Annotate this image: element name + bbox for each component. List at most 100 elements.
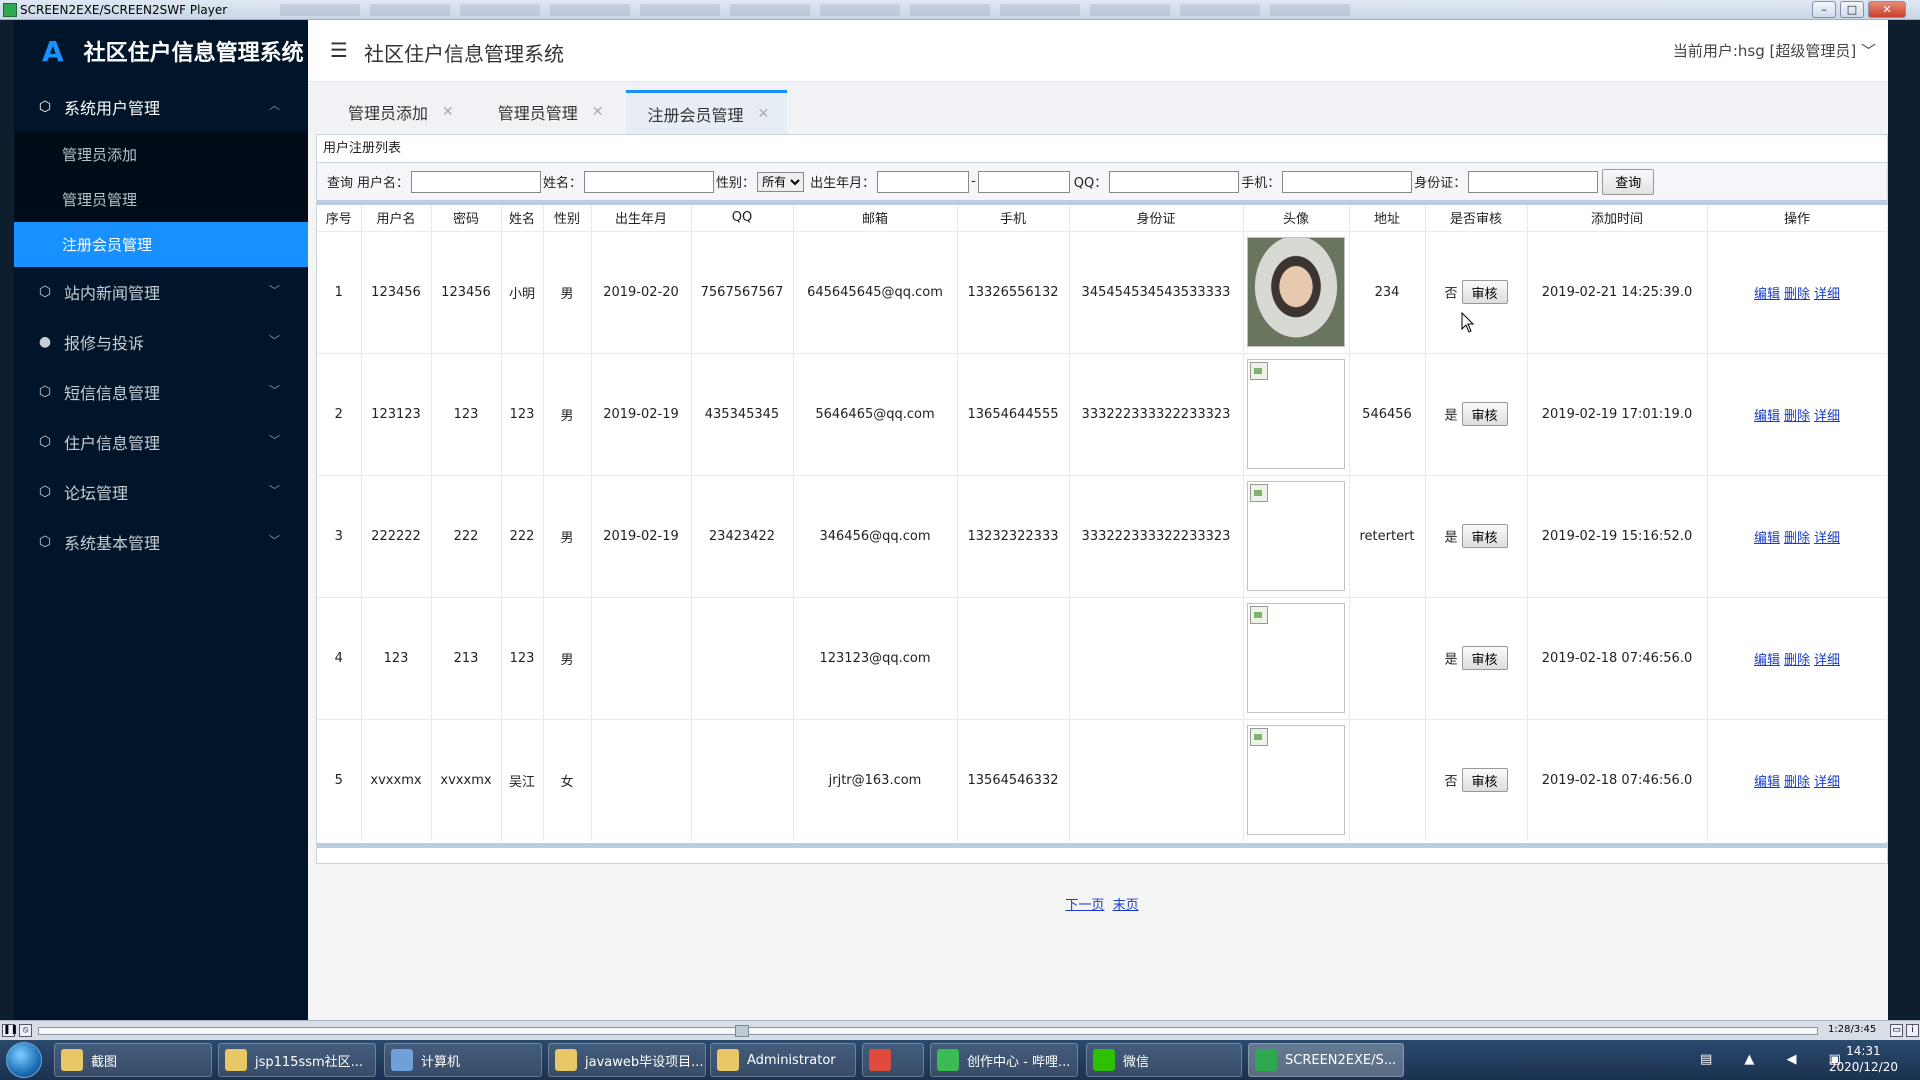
taskbar-item[interactable]: 计算机 bbox=[384, 1043, 542, 1077]
birth-start-input[interactable] bbox=[877, 170, 970, 193]
fullscreen-icon[interactable]: ▭ bbox=[1890, 1024, 1903, 1037]
edit-link[interactable]: 编辑 bbox=[1754, 531, 1780, 546]
column-header: 出生年月 bbox=[591, 205, 692, 231]
phone-input[interactable] bbox=[1282, 170, 1413, 193]
taskbar-item[interactable]: 截图 bbox=[54, 1043, 212, 1077]
taskbar-item[interactable] bbox=[862, 1043, 924, 1077]
current-user-dropdown[interactable]: 当前用户:hsg [超级管理员] ﹀ bbox=[1673, 40, 1876, 61]
start-button[interactable] bbox=[6, 1042, 42, 1078]
taskbar-item[interactable]: javaweb毕设项目... bbox=[548, 1043, 706, 1077]
audit-button[interactable]: 审核 bbox=[1461, 280, 1508, 304]
name-input[interactable] bbox=[584, 170, 715, 193]
content-area: 用户注册列表 查询 用户名： 姓名： 性别： 所有 出生年月： - QQ： 手机… bbox=[316, 134, 1888, 1020]
menu-group-forum[interactable]: ⬡ 论坛管理 ﹀ bbox=[14, 467, 308, 517]
cell-actions: 编辑 删除 详细 bbox=[1707, 718, 1888, 841]
close-icon[interactable]: ✕ bbox=[442, 104, 454, 120]
cell-added-time: 2019-02-18 07:46:56.0 bbox=[1527, 718, 1708, 841]
menu-group-news[interactable]: ⬡ 站内新闻管理 ﹀ bbox=[14, 267, 308, 317]
cell-idcard: 345454534543533333 bbox=[1069, 230, 1244, 353]
column-header: 密码 bbox=[431, 205, 502, 231]
menu-group-system-users[interactable]: ⬡ 系统用户管理 ︿ bbox=[14, 82, 308, 132]
taskbar-item[interactable]: Administrator bbox=[710, 1043, 856, 1077]
edit-link[interactable]: 编辑 bbox=[1754, 409, 1780, 424]
pause-icon[interactable]: ❚❚ bbox=[2, 1024, 18, 1037]
chevron-down-icon: ﹀ bbox=[269, 434, 280, 447]
delete-link[interactable]: 删除 bbox=[1784, 531, 1810, 546]
audit-button[interactable]: 审核 bbox=[1461, 646, 1508, 670]
cell-audit: 是审核 bbox=[1425, 474, 1528, 597]
close-icon[interactable]: ✕ bbox=[592, 104, 604, 120]
delete-link[interactable]: 删除 bbox=[1784, 409, 1810, 424]
taskbar-item[interactable]: SCREEN2EXE/S... bbox=[1248, 1043, 1404, 1077]
user-icon: ● bbox=[38, 334, 52, 350]
close-icon[interactable]: ✕ bbox=[758, 106, 770, 122]
cell-address bbox=[1349, 718, 1426, 841]
seek-thumb[interactable] bbox=[735, 1025, 749, 1037]
box-icon: ⬡ bbox=[38, 384, 52, 400]
delete-link[interactable]: 删除 bbox=[1784, 287, 1810, 302]
tab-member-manage[interactable]: 注册会员管理 ✕ bbox=[625, 90, 788, 134]
detail-link[interactable]: 详细 bbox=[1814, 531, 1840, 546]
tab-label: 管理员添加 bbox=[348, 104, 429, 123]
member-table: 序号 用户名 密码 姓名 性别 出生年月 QQ 邮箱 手机 身份证 头像 地址 是否审核 添加时间 操作 1… bbox=[317, 205, 1888, 841]
username-input[interactable] bbox=[411, 170, 542, 193]
menu-group-repair[interactable]: ● 报修与投诉 ﹀ bbox=[14, 317, 308, 367]
sidebar-item-member-manage[interactable]: 注册会员管理 bbox=[14, 222, 308, 267]
maximize-icon[interactable]: □ bbox=[1840, 1, 1864, 18]
column-header: 用户名 bbox=[361, 205, 432, 231]
clock[interactable]: 14:31 2020/12/20 bbox=[1829, 1043, 1898, 1075]
sidebar-item-admin-manage[interactable]: 管理员管理 bbox=[14, 177, 308, 222]
cell-phone: 13326556132 bbox=[957, 230, 1070, 353]
column-header: 邮箱 bbox=[793, 205, 958, 231]
app-icon bbox=[225, 1049, 247, 1071]
cell-address: retertert bbox=[1349, 474, 1426, 597]
search-button[interactable]: 查询 bbox=[1602, 168, 1655, 195]
taskbar-item[interactable]: 创作中心 - 哔哩... bbox=[930, 1043, 1078, 1077]
detail-link[interactable]: 详细 bbox=[1814, 287, 1840, 302]
cell-avatar bbox=[1243, 352, 1350, 475]
cell-actions: 编辑 删除 详细 bbox=[1707, 474, 1888, 597]
rewind-icon[interactable]: ⦸ bbox=[19, 1024, 32, 1037]
taskbar-item-label: jsp115ssm社区... bbox=[255, 1054, 364, 1070]
edit-link[interactable]: 编辑 bbox=[1754, 775, 1780, 790]
audit-button[interactable]: 审核 bbox=[1461, 524, 1508, 548]
cell-added-time: 2019-02-19 17:01:19.0 bbox=[1527, 352, 1708, 475]
seek-bar[interactable] bbox=[38, 1027, 1818, 1035]
cell-name: 吴江 bbox=[501, 718, 544, 841]
detail-link[interactable]: 详细 bbox=[1814, 409, 1840, 424]
logo-title: 社区住户信息管理系统 bbox=[83, 41, 304, 66]
menu-group-basic[interactable]: ⬡ 系统基本管理 ﹀ bbox=[14, 517, 308, 567]
gender-select[interactable]: 所有 bbox=[757, 171, 805, 192]
edit-link[interactable]: 编辑 bbox=[1754, 287, 1780, 302]
menu-group-label: 住户信息管理 bbox=[64, 434, 161, 453]
audit-status: 是 bbox=[1444, 652, 1458, 668]
taskbar-item-label: 微信 bbox=[1123, 1054, 1150, 1070]
delete-link[interactable]: 删除 bbox=[1784, 653, 1810, 668]
tab-admin-add[interactable]: 管理员添加 ✕ bbox=[326, 90, 472, 134]
delete-link[interactable]: 删除 bbox=[1784, 775, 1810, 790]
table-bottom-bar bbox=[317, 843, 1887, 848]
tab-admin-manage[interactable]: 管理员管理 ✕ bbox=[476, 90, 622, 134]
menu-group-residents[interactable]: ⬡ 住户信息管理 ﹀ bbox=[14, 417, 308, 467]
cell-gender: 男 bbox=[543, 474, 592, 597]
edit-link[interactable]: 编辑 bbox=[1754, 653, 1780, 668]
audit-button[interactable]: 审核 bbox=[1461, 402, 1508, 426]
menu-toggle-icon[interactable]: ☰ bbox=[330, 38, 348, 62]
audit-button[interactable]: 审核 bbox=[1461, 768, 1508, 793]
idcard-input[interactable] bbox=[1468, 170, 1599, 193]
taskbar-item[interactable]: jsp115ssm社区... bbox=[218, 1043, 376, 1077]
taskbar-item[interactable]: 微信 bbox=[1086, 1043, 1242, 1077]
phone-label: 手机： bbox=[1241, 176, 1281, 191]
cell-idcard bbox=[1069, 718, 1244, 841]
next-page-link[interactable]: 下一页 bbox=[1065, 898, 1104, 913]
detail-link[interactable]: 详细 bbox=[1814, 653, 1840, 668]
birth-end-input[interactable] bbox=[977, 170, 1070, 193]
sidebar-item-admin-add[interactable]: 管理员添加 bbox=[14, 132, 308, 177]
menu-group-sms[interactable]: ⬡ 短信信息管理 ﹀ bbox=[14, 367, 308, 417]
close-icon[interactable]: ✕ bbox=[1868, 1, 1906, 18]
minimize-icon[interactable]: – bbox=[1812, 1, 1836, 18]
detail-link[interactable]: 详细 bbox=[1814, 775, 1840, 790]
info-icon[interactable]: i bbox=[1906, 1024, 1919, 1037]
last-page-link[interactable]: 末页 bbox=[1113, 898, 1139, 913]
qq-input[interactable] bbox=[1109, 170, 1240, 193]
